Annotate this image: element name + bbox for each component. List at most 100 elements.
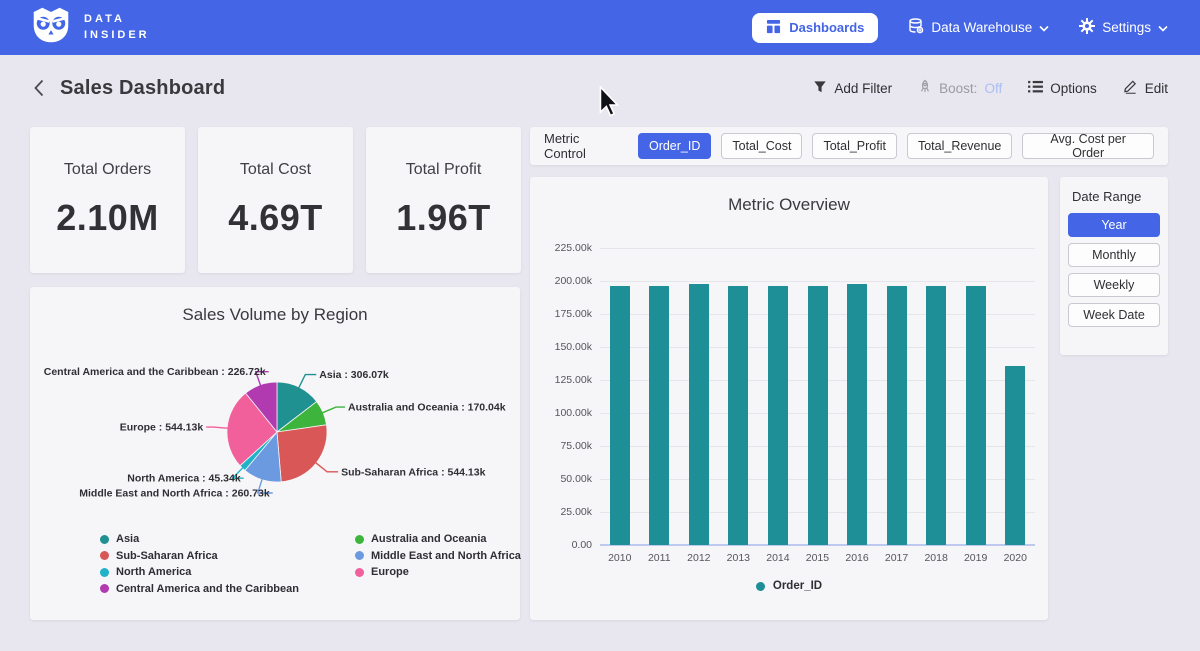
options-label: Options <box>1050 81 1097 96</box>
add-filter-button[interactable]: Add Filter <box>813 80 892 97</box>
legend-item-4[interactable]: North America <box>100 566 299 578</box>
pie-label-line <box>298 375 316 389</box>
nav-data-warehouse[interactable]: Data Warehouse <box>908 18 1049 37</box>
legend-label: North America <box>116 566 191 578</box>
chip-total-cost[interactable]: Total_Cost <box>721 133 802 159</box>
nav-dashboards-label: Dashboards <box>789 20 864 35</box>
metric-overview-chart-card: Metric Overview 225.00k200.00k175.00k150… <box>530 177 1048 620</box>
date-range-weekly-button[interactable]: Weekly <box>1068 273 1160 297</box>
chevron-down-icon <box>1039 20 1049 35</box>
nav-data-warehouse-label: Data Warehouse <box>931 20 1032 35</box>
nav-dashboards-button[interactable]: Dashboards <box>752 13 878 43</box>
boost-toggle[interactable]: Boost: Off <box>918 79 1002 97</box>
y-tick-label: 125.00k <box>536 374 592 386</box>
pie-label: Central America and the Caribbean : 226.… <box>44 366 266 378</box>
legend-dot <box>100 551 109 560</box>
gridline <box>600 248 1035 249</box>
pie-label-line <box>315 462 339 472</box>
pie-slice-2[interactable] <box>277 425 327 482</box>
dashboards-icon <box>766 19 781 37</box>
owl-logo-icon <box>30 6 72 49</box>
bar-2011[interactable] <box>649 286 669 545</box>
kpi-label: Total Orders <box>64 161 151 179</box>
bar-2012[interactable] <box>689 284 709 545</box>
y-tick-label: 0.00 <box>536 539 592 551</box>
brand-line1: DATA <box>84 12 150 28</box>
y-tick-label: 150.00k <box>536 341 592 353</box>
chip-total-profit[interactable]: Total_Profit <box>812 133 897 159</box>
pie-label: Australia and Oceania : 170.04k <box>348 402 506 414</box>
legend-item-3[interactable]: Middle East and North Africa <box>355 550 521 562</box>
brand-logo[interactable]: DATA INSIDER <box>30 6 150 49</box>
bar-2016[interactable] <box>847 284 867 545</box>
pie-chart-title: Sales Volume by Region <box>30 305 520 325</box>
legend-label: Europe <box>371 566 409 578</box>
date-range-label: Date Range <box>1072 189 1160 204</box>
y-tick-label: 25.00k <box>536 506 592 518</box>
bar-chart-title: Metric Overview <box>530 195 1048 215</box>
y-tick-label: 200.00k <box>536 275 592 287</box>
legend-dot <box>100 535 109 544</box>
legend-label: Middle East and North Africa <box>371 550 521 562</box>
kpi-card-total-orders: Total Orders 2.10M <box>30 127 185 273</box>
pie-label: Asia : 306.07k <box>319 369 389 381</box>
legend-dot <box>355 535 364 544</box>
y-tick-label: 175.00k <box>536 308 592 320</box>
legend-item-6[interactable]: Central America and the Caribbean <box>100 583 299 595</box>
bar-2010[interactable] <box>610 286 630 545</box>
legend-dot <box>100 568 109 577</box>
bar-2020[interactable] <box>1005 366 1025 545</box>
bar-2015[interactable] <box>808 286 828 545</box>
pie-chart-legend: Asia Sub-Saharan Africa North America Centr… <box>100 533 521 595</box>
legend-item-5[interactable]: Europe <box>355 566 521 578</box>
pie-label: Europe : 544.13k <box>120 422 204 434</box>
legend-dot <box>355 568 364 577</box>
chip-total-revenue[interactable]: Total_Revenue <box>907 133 1012 159</box>
nav-settings[interactable]: Settings <box>1079 18 1168 37</box>
kpi-value: 2.10M <box>56 197 159 239</box>
chip-avg-cost-per-order[interactable]: Avg. Cost per Order <box>1022 133 1154 159</box>
add-filter-label: Add Filter <box>834 81 892 96</box>
legend-item-0[interactable]: Asia <box>100 533 299 545</box>
bar-2019[interactable] <box>966 286 986 545</box>
legend-label: Asia <box>116 533 139 545</box>
filter-funnel-icon <box>813 80 827 97</box>
bar-2013[interactable] <box>728 286 748 545</box>
date-range-monthly-button[interactable]: Monthly <box>1068 243 1160 267</box>
kpi-value: 1.96T <box>396 197 491 239</box>
legend-item-2[interactable]: Sub-Saharan Africa <box>100 550 299 562</box>
date-range-year-button[interactable]: Year <box>1068 213 1160 237</box>
sales-dashboard-page: DATA INSIDER Dashboards <box>0 0 1200 651</box>
database-icon <box>908 18 924 37</box>
x-tick-label: 2020 <box>991 552 1041 564</box>
legend-item-1[interactable]: Australia and Oceania <box>355 533 521 545</box>
pie-label: Middle East and North Africa : 260.73k <box>79 488 270 500</box>
y-tick-label: 100.00k <box>536 407 592 419</box>
boost-value: Off <box>984 81 1002 96</box>
edit-button[interactable]: Edit <box>1123 79 1168 97</box>
gridline <box>600 281 1035 282</box>
bar-2018[interactable] <box>926 286 946 545</box>
pencil-icon <box>1123 79 1138 97</box>
legend-dot <box>355 551 364 560</box>
kpi-label: Total Cost <box>240 161 311 179</box>
nav-settings-label: Settings <box>1102 20 1151 35</box>
kpi-card-total-cost: Total Cost 4.69T <box>198 127 353 273</box>
back-button[interactable] <box>28 77 50 99</box>
legend-column: Australia and Oceania Middle East and Nor… <box>355 533 521 595</box>
bar-chart-legend[interactable]: Order_ID <box>530 580 1048 592</box>
bar-chart-plot-area: 225.00k200.00k175.00k150.00k125.00k100.0… <box>600 248 1035 545</box>
page-header: Sales Dashboard Add Filter Boost: Off <box>0 55 1200 121</box>
y-tick-label: 75.00k <box>536 440 592 452</box>
metric-control-label: Metric Control <box>544 131 624 161</box>
options-button[interactable]: Options <box>1028 80 1097 96</box>
kpi-value: 4.69T <box>228 197 323 239</box>
brand-line2: INSIDER <box>84 28 150 44</box>
y-tick-label: 50.00k <box>536 473 592 485</box>
boost-label: Boost: <box>939 81 977 96</box>
bar-2014[interactable] <box>768 286 788 545</box>
chip-order-id[interactable]: Order_ID <box>638 133 711 159</box>
date-range-week-date-button[interactable]: Week Date <box>1068 303 1160 327</box>
bar-2017[interactable] <box>887 286 907 545</box>
y-tick-label: 225.00k <box>536 242 592 254</box>
